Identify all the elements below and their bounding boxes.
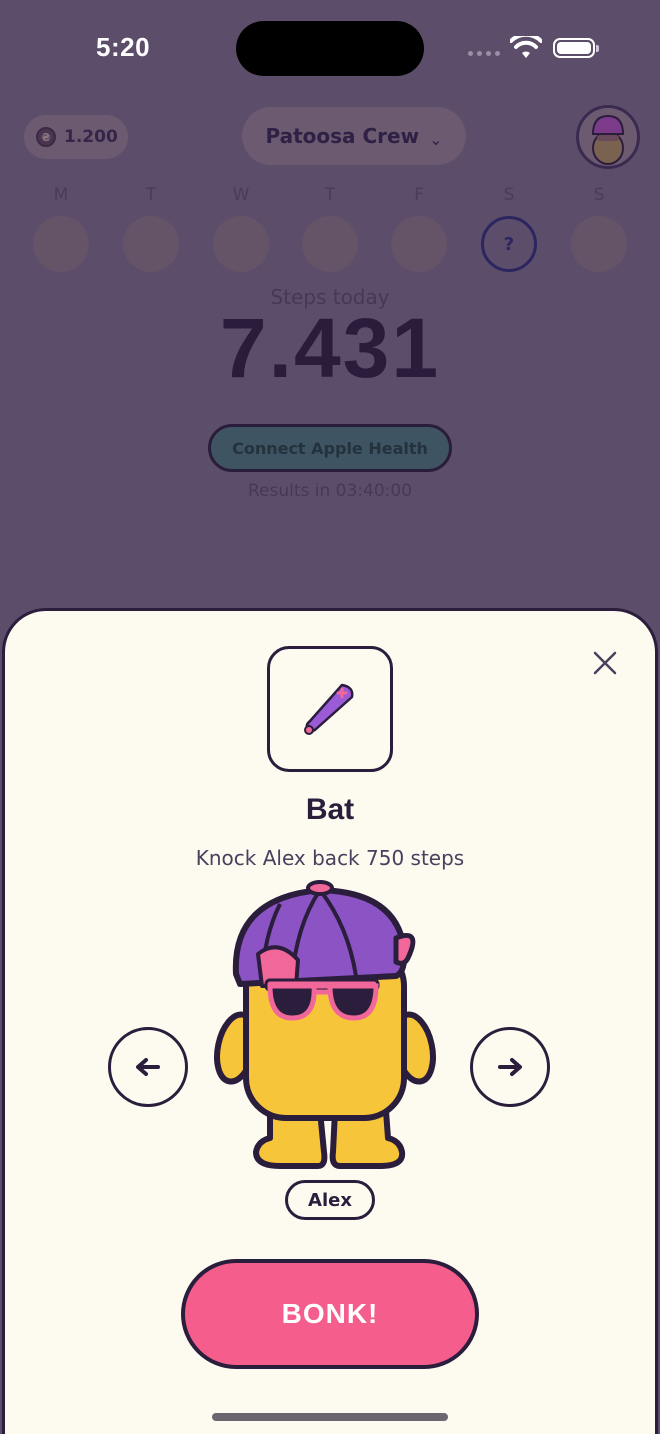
home-indicator[interactable] — [212, 1413, 448, 1421]
dynamic-island — [236, 21, 424, 76]
target-character-illustration — [214, 880, 436, 1169]
group-selector[interactable]: Patoosa Crew ⌄ — [242, 107, 466, 165]
chevron-down-icon: ⌄ — [429, 129, 443, 149]
cellular-signal-icon — [468, 51, 500, 56]
coin-value: 1.200 — [64, 127, 118, 147]
connect-health-button[interactable]: Connect Apple Health — [208, 424, 452, 472]
arrow-right-icon — [498, 1058, 522, 1076]
day-letter: F — [414, 185, 424, 205]
day-circle[interactable] — [571, 216, 627, 272]
status-time: 5:20 — [96, 32, 151, 62]
day-circle[interactable] — [33, 216, 89, 272]
arrow-left-icon — [136, 1058, 160, 1076]
day-letter: M — [53, 185, 69, 205]
coin-balance[interactable]: ₴ 1.200 — [24, 115, 128, 159]
day-letter: T — [324, 185, 336, 205]
day-letter: W — [232, 185, 250, 205]
item-title: Bat — [305, 793, 355, 826]
wifi-icon — [510, 36, 542, 58]
coin-icon: ₴ — [36, 127, 56, 147]
day-tuesday: T — [123, 185, 179, 272]
day-letter: S — [593, 185, 605, 205]
day-circle[interactable] — [302, 216, 358, 272]
bonk-button[interactable]: BONK! — [181, 1259, 479, 1369]
day-friday: F — [391, 185, 447, 272]
day-circle[interactable] — [123, 216, 179, 272]
baseball-bat-icon — [304, 683, 354, 735]
steps-value: 7.431 — [219, 301, 441, 395]
day-letter: T — [145, 185, 157, 205]
group-name: Patoosa Crew — [265, 124, 420, 148]
week-tracker: M T W T F S ? S — [33, 185, 629, 275]
previous-target-button[interactable] — [108, 1027, 188, 1107]
avatar-character-icon — [591, 114, 625, 165]
day-circle[interactable] — [213, 216, 269, 272]
day-monday: M — [33, 185, 89, 272]
item-card — [267, 646, 393, 772]
item-description: Knock Alex back 750 steps — [195, 846, 465, 870]
battery-icon — [553, 38, 599, 58]
next-target-button[interactable] — [470, 1027, 550, 1107]
day-saturday: S ? — [481, 185, 537, 272]
day-letter: S — [503, 185, 515, 205]
day-circle-pending[interactable]: ? — [481, 216, 537, 272]
day-circle[interactable] — [391, 216, 447, 272]
results-countdown: Results in 03:40:00 — [247, 481, 413, 501]
day-sunday: S — [571, 185, 627, 272]
target-name-label: Alex — [285, 1180, 375, 1220]
day-thursday: T — [302, 185, 358, 272]
close-icon[interactable] — [590, 648, 620, 678]
profile-avatar[interactable] — [576, 105, 640, 169]
day-wednesday: W — [213, 185, 269, 272]
